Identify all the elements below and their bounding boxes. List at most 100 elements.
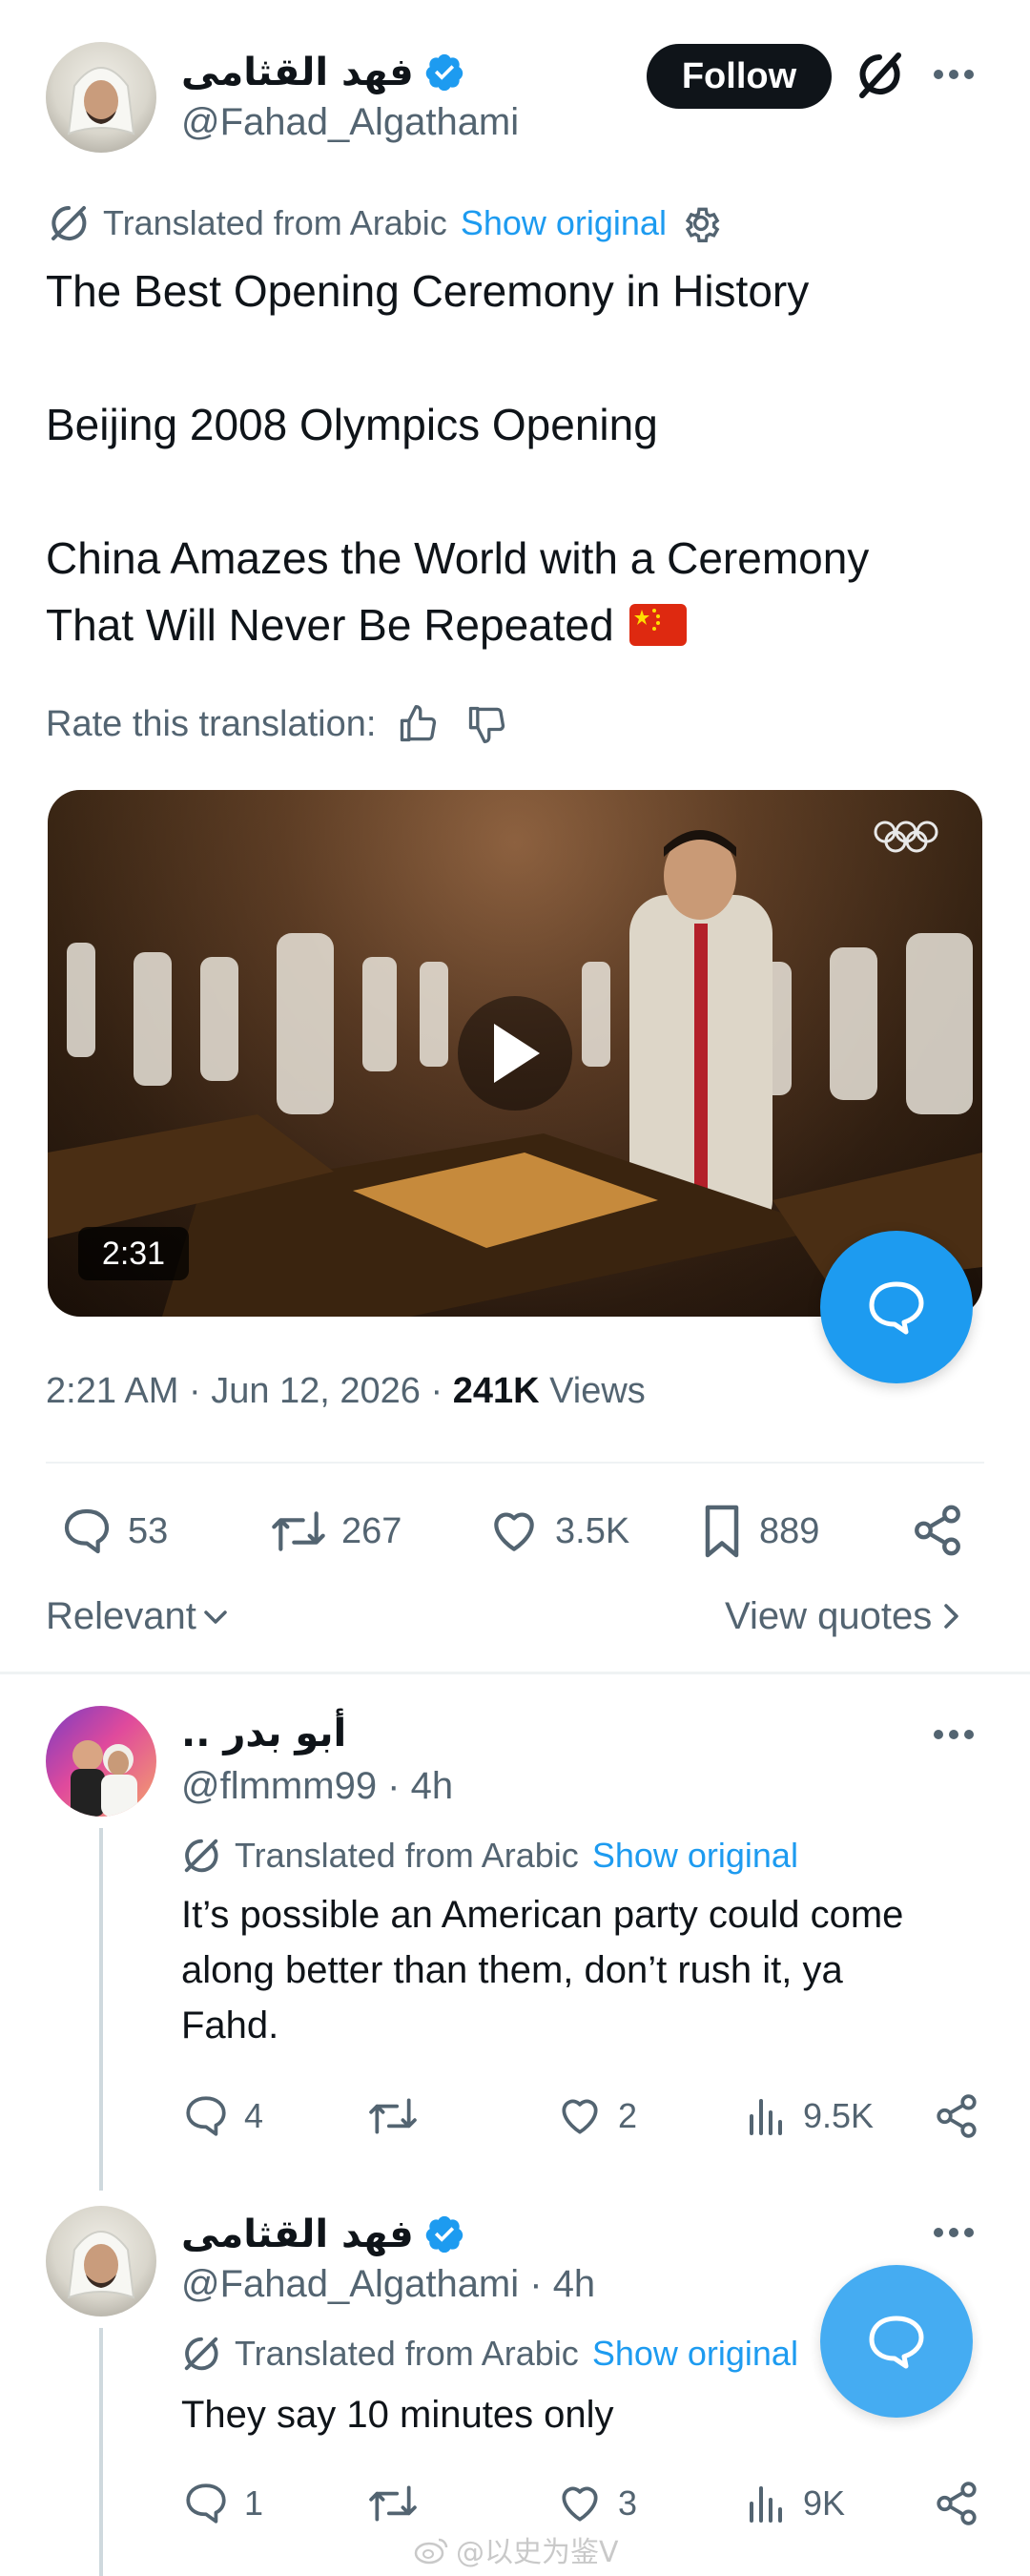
- translate-icon: [184, 1839, 218, 1873]
- translated-label: Translated from Arabic: [103, 203, 447, 242]
- views-button[interactable]: 9.5K: [744, 2088, 874, 2145]
- rate-translation-label: Rate this translation:: [46, 703, 377, 744]
- reply-count: 1: [244, 2483, 264, 2523]
- share-icon[interactable]: [910, 1502, 965, 1559]
- sort-dropdown[interactable]: Relevant: [46, 1588, 231, 1645]
- share-icon[interactable]: [933, 2479, 980, 2528]
- views-button[interactable]: 9K: [744, 2475, 845, 2532]
- watermark: @以史为鉴V: [414, 2530, 619, 2569]
- views-count: 9.5K: [803, 2096, 875, 2135]
- watermark-text: @以史为鉴V: [456, 2536, 619, 2569]
- video-duration: 2:31: [101, 1235, 166, 1272]
- tweet-line: Beijing 2008 Olympics Opening: [46, 400, 658, 449]
- like-button[interactable]: 3.5K: [486, 1498, 629, 1565]
- reply-author-name[interactable]: فهد القثامى: [181, 2212, 414, 2256]
- reply-line: Fahd.: [181, 2005, 279, 2046]
- like-count: 3.5K: [555, 1510, 630, 1551]
- section-divider: [0, 1672, 1030, 1674]
- divider: [46, 1462, 984, 1464]
- bookmark-icon: [705, 1505, 739, 1558]
- thread-line: [99, 2328, 103, 2576]
- heart-icon: [494, 1512, 534, 1551]
- reply-button[interactable]: 53: [59, 1498, 168, 1565]
- show-original-link[interactable]: Show original: [592, 2334, 798, 2374]
- reply-author-name[interactable]: .. أبو بدر: [181, 1712, 346, 1755]
- tweet-text: The Best Opening Ceremony in History Bei…: [46, 258, 990, 658]
- like-count: 3: [618, 2483, 638, 2523]
- bookmark-count: 889: [759, 1510, 820, 1551]
- author-handle[interactable]: @Fahad_Algathami: [181, 101, 519, 144]
- translated-label: Translated from Arabic: [235, 1836, 579, 1875]
- verified-badge-icon: [425, 53, 463, 92]
- retweet-button[interactable]: [366, 2475, 433, 2532]
- reply-count: 53: [128, 1510, 169, 1551]
- reply-button[interactable]: 1: [181, 2475, 263, 2532]
- video-duration-badge: 2:31: [78, 1227, 189, 1280]
- verified-badge-icon: [425, 2215, 463, 2254]
- reply-line: along better than them, don’t rush it, y…: [181, 1949, 843, 1991]
- china-flag-icon: [628, 604, 687, 646]
- heart-icon: [562, 2486, 598, 2522]
- view-quotes-label: View quotes: [725, 1594, 933, 1637]
- heart-icon: [562, 2099, 598, 2134]
- sort-label: Relevant: [46, 1594, 196, 1637]
- retweet-button[interactable]: 267: [269, 1498, 402, 1565]
- compose-reply-button[interactable]: [820, 1231, 973, 1383]
- translate-icon: [184, 2337, 218, 2371]
- more-options-icon[interactable]: [931, 1725, 977, 1744]
- views-count: 241K: [452, 1370, 540, 1411]
- tweet-line: The Best Opening Ceremony in History: [46, 266, 810, 316]
- chat-bubble-icon: [869, 2316, 924, 2369]
- retweet-icon: [369, 2098, 417, 2134]
- retweet-icon: [369, 2485, 417, 2522]
- chevron-right-icon: [944, 1604, 958, 1629]
- translated-label: Translated from Arabic: [235, 2334, 579, 2373]
- tweet-line: China Amazes the World with a Ceremony: [46, 533, 870, 583]
- reply-button[interactable]: 4: [181, 2088, 263, 2145]
- thumbs-up-icon[interactable]: [397, 703, 439, 745]
- reply-count: 4: [244, 2096, 264, 2135]
- reply-author-handle[interactable]: @Fahad_Algathami · 4h: [181, 2263, 595, 2306]
- more-options-icon[interactable]: [931, 2223, 977, 2242]
- reply-author-handle[interactable]: @flmmm99 · 4h: [181, 1765, 453, 1808]
- video-player[interactable]: 2:31: [48, 790, 982, 1317]
- like-button[interactable]: 2: [555, 2088, 637, 2145]
- like-count: 2: [618, 2096, 638, 2135]
- tweet-line: That Will Never Be Repeated: [46, 600, 614, 650]
- chevron-down-icon: [204, 1610, 227, 1624]
- grok-icon[interactable]: [855, 48, 904, 103]
- retweet-button[interactable]: [366, 2088, 433, 2145]
- author-name[interactable]: فهد القثامى: [181, 51, 414, 94]
- views-label: Views: [539, 1370, 646, 1411]
- thread-line: [99, 1828, 103, 2191]
- translate-icon: [52, 206, 87, 240]
- more-options-icon[interactable]: [931, 65, 977, 84]
- chat-bubble-icon: [869, 1281, 924, 1335]
- reply-icon: [64, 1508, 110, 1554]
- views-count: 9K: [803, 2483, 846, 2523]
- show-original-link[interactable]: Show original: [461, 203, 667, 243]
- settings-gear-icon[interactable]: [680, 202, 722, 244]
- follow-button[interactable]: Follow: [647, 44, 832, 109]
- bookmark-button[interactable]: 889: [698, 1498, 819, 1565]
- reply-text: It’s possible an American party could co…: [181, 1887, 1001, 2053]
- retweet-count: 267: [341, 1510, 402, 1551]
- show-original-link[interactable]: Show original: [592, 1836, 798, 1876]
- analytics-bars-icon: [750, 2099, 782, 2135]
- reply-icon: [186, 2096, 226, 2136]
- thumbs-down-icon[interactable]: [465, 703, 507, 745]
- weibo-logo-icon: [414, 2538, 448, 2565]
- play-button-icon[interactable]: [458, 996, 572, 1111]
- author-avatar[interactable]: [46, 42, 156, 153]
- tweet-timestamp[interactable]: 2:21 AM · Jun 12, 2026 ·: [46, 1371, 453, 1412]
- reply-icon: [186, 2483, 226, 2524]
- view-quotes-link[interactable]: View quotes: [725, 1588, 966, 1645]
- analytics-bars-icon: [750, 2486, 782, 2523]
- retweet-icon: [272, 1511, 325, 1551]
- like-button[interactable]: 3: [555, 2475, 637, 2532]
- compose-reply-button[interactable]: [820, 2265, 973, 2418]
- reply-author-avatar[interactable]: [46, 2206, 156, 2316]
- share-icon[interactable]: [933, 2091, 980, 2141]
- reply-line: It’s possible an American party could co…: [181, 1894, 904, 1936]
- reply-author-avatar[interactable]: [46, 1706, 156, 1817]
